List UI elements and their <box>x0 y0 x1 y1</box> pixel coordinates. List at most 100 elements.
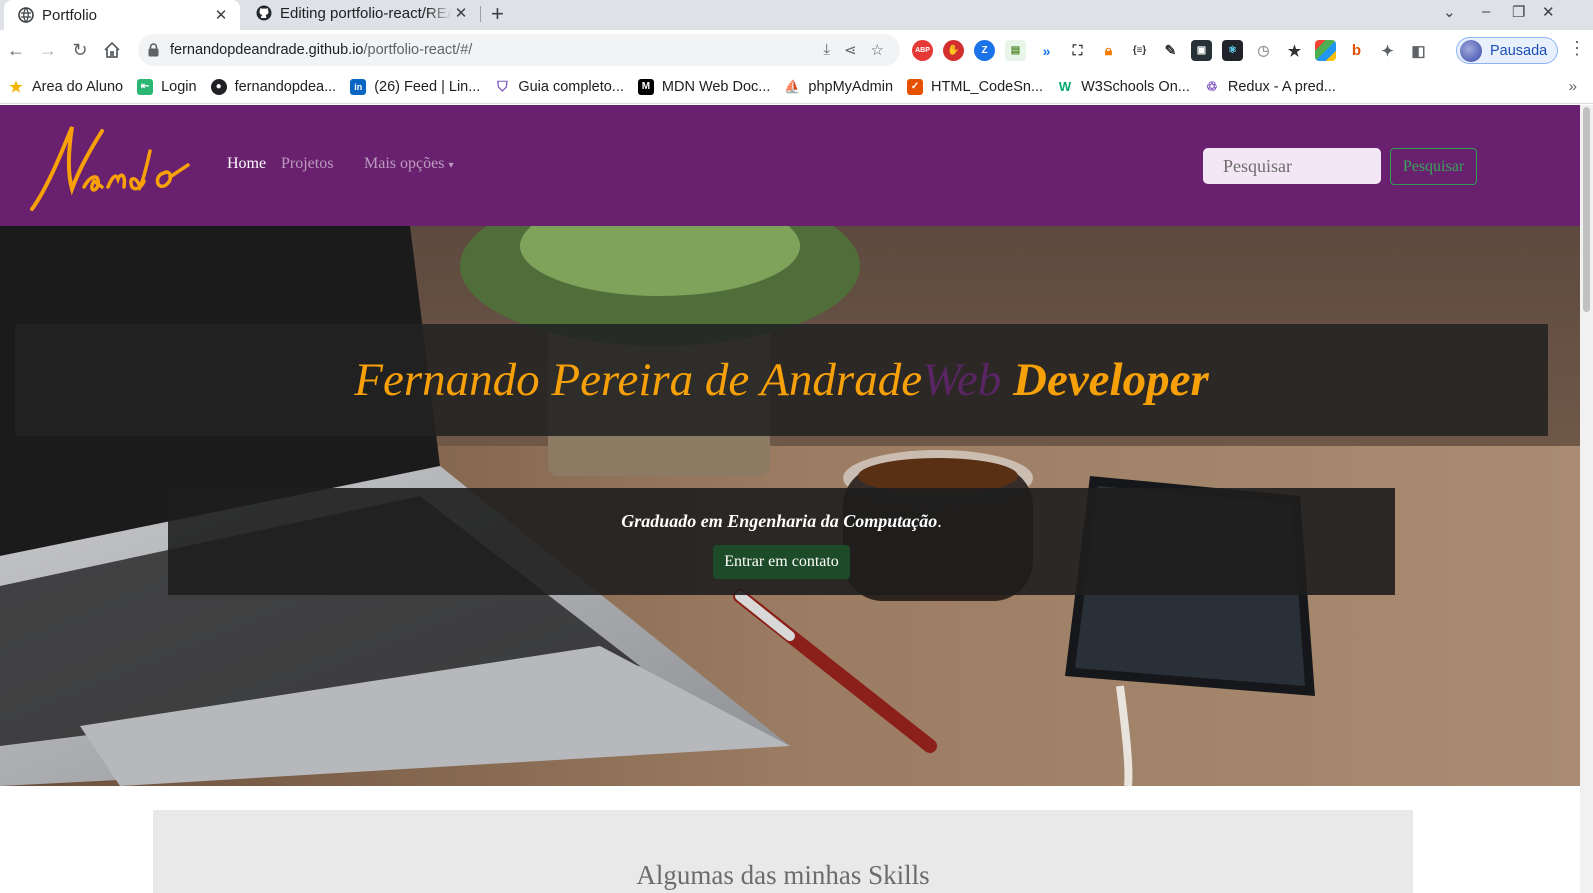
tab-search-icon[interactable]: ⌄ <box>1443 3 1456 21</box>
star-icon: ★ <box>9 78 23 96</box>
side-panel-icon[interactable]: ◧ <box>1408 40 1429 61</box>
tab-portfolio[interactable]: Portfolio ✕ <box>4 0 240 30</box>
tab-title: Portfolio <box>42 6 98 24</box>
nav-projects[interactable]: Projetos <box>281 155 333 173</box>
lock-extension-icon[interactable]: 🔒︎ <box>1098 40 1119 61</box>
adblock-icon[interactable]: ABP <box>912 40 933 61</box>
checkbox-icon: ✓ <box>907 78 924 95</box>
screenshot-icon[interactable]: ⛶ <box>1067 40 1088 61</box>
bookmark-item[interactable]: in (26) Feed | Lin... <box>350 78 481 95</box>
readaloud-icon[interactable]: » <box>1036 40 1057 61</box>
forward-icon[interactable]: → <box>36 38 60 62</box>
bookmark-item[interactable]: ⇤ Login <box>137 78 197 95</box>
contact-button[interactable]: Entrar em contato <box>713 545 850 579</box>
ublock-icon[interactable]: ✋ <box>943 40 964 61</box>
bookmark-label: Area do Aluno <box>32 78 124 95</box>
tab-strip: Portfolio ✕ Editing portfolio-react/READ… <box>0 0 1593 30</box>
bookmark-label: W3Schools On... <box>1081 78 1190 95</box>
bing-icon[interactable]: b <box>1346 40 1367 61</box>
profile-label: Pausada <box>1490 42 1548 59</box>
tab-editing-readme[interactable]: Editing portfolio-react/README ✕ <box>242 0 480 26</box>
bookmark-item[interactable]: ⛉ Guia completo... <box>494 78 624 95</box>
bookmark-label: (26) Feed | Lin... <box>374 78 481 95</box>
github-icon: ● <box>210 78 227 95</box>
bookmarks-bar: ★ Area do Aluno ⇤ Login ● fernandopdea... i… <box>0 70 1593 104</box>
color-picker-icon[interactable] <box>1315 40 1336 61</box>
bookmark-item[interactable]: ● fernandopdea... <box>210 78 337 95</box>
phpmyadmin-icon: ⛵ <box>784 78 801 95</box>
hero-section: Fernando Pereira de AndradeWeb Developer… <box>0 226 1580 786</box>
search-input[interactable] <box>1203 148 1381 184</box>
site-navbar: Home Projetos Mais opções ▾ Pesquisar <box>0 105 1580 226</box>
redux-icon: ♲ <box>1203 78 1220 95</box>
bookmark-item[interactable]: ★ Area do Aluno <box>8 78 124 96</box>
bookmark-item[interactable]: ♲ Redux - A pred... <box>1203 78 1336 95</box>
bookmark-star-icon[interactable]: ☆ <box>871 41 884 59</box>
bookmark-item[interactable]: ⛵ phpMyAdmin <box>784 78 894 95</box>
tab-divider <box>480 6 481 22</box>
scrollbar-thumb[interactable] <box>1583 107 1590 312</box>
window-close-icon[interactable]: ✕ <box>1542 3 1555 21</box>
bookmark-label: fernandopdea... <box>234 78 337 95</box>
hero-name: Fernando Pereira de Andrade <box>354 354 923 406</box>
bookmark-label: phpMyAdmin <box>808 78 894 95</box>
w3schools-icon: W <box>1057 78 1074 95</box>
back-icon[interactable]: ← <box>4 38 28 62</box>
bookmark-label: Redux - A pred... <box>1227 78 1336 95</box>
minimize-icon[interactable]: – <box>1482 3 1490 20</box>
hero-tagline-text: Graduado em Engenharia da Computação <box>621 511 938 531</box>
bookmark-label: Login <box>161 78 197 95</box>
hero-web: Web <box>922 354 1002 406</box>
bookmarks-overflow-icon[interactable]: » <box>1569 78 1577 95</box>
nav-more-options[interactable]: Mais opções ▾ <box>364 155 453 173</box>
site-logo[interactable] <box>28 117 193 218</box>
hero-title: Fernando Pereira de AndradeWeb Developer <box>354 353 1209 407</box>
kebab-menu-icon[interactable]: ⋮ <box>1568 38 1586 59</box>
reload-icon[interactable]: ↻ <box>68 38 92 62</box>
nav-home[interactable]: Home <box>227 155 266 173</box>
url-host: fernandopdeandrade.github.io <box>170 42 364 58</box>
timer-icon[interactable]: ◷ <box>1253 40 1274 61</box>
mdn-icon: M <box>637 78 654 95</box>
react-devtools-icon[interactable]: ⚛ <box>1222 40 1243 61</box>
address-bar[interactable]: fernandopdeandrade.github.io /portfolio-… <box>138 34 900 66</box>
hero-tagline-period: . <box>937 511 942 531</box>
bookmark-item[interactable]: M MDN Web Doc... <box>637 78 771 95</box>
login-icon: ⇤ <box>137 78 154 95</box>
bookmark-label: HTML_CodeSn... <box>931 78 1044 95</box>
hero-role: Developer <box>1013 354 1209 406</box>
browser-toolbar: ← → ↻ fernandopdeandrade.github.io /port… <box>0 30 1593 70</box>
extensions-row: ABP ✋ Z ▤ » ⛶ 🔒︎ {≡} ✎ ▣ ⚛ ◷ ★ b ✦ ◧ <box>912 40 1429 61</box>
page-scrollbar[interactable] <box>1580 105 1593 893</box>
eyedropper-icon[interactable]: ✎ <box>1160 40 1181 61</box>
profile-button[interactable]: Pausada <box>1456 37 1558 64</box>
bookmark-item[interactable]: W W3Schools On... <box>1057 78 1190 95</box>
bookmark-label: Guia completo... <box>518 78 624 95</box>
close-icon[interactable]: ✕ <box>452 4 470 22</box>
home-icon[interactable] <box>100 38 124 62</box>
zoom-icon[interactable]: Z <box>974 40 995 61</box>
hero-tagline: Graduado em Engenharia da Computação. <box>168 511 1395 532</box>
new-tab-icon[interactable]: + <box>491 1 504 27</box>
lock-icon <box>148 43 162 57</box>
terminal-icon[interactable]: ▣ <box>1191 40 1212 61</box>
avatar <box>1460 39 1482 62</box>
github-icon <box>256 5 272 21</box>
search-button[interactable]: Pesquisar <box>1390 148 1477 185</box>
close-icon[interactable]: ✕ <box>212 6 230 24</box>
star-extension-icon[interactable]: ★ <box>1284 40 1305 61</box>
bookmark-item[interactable]: ✓ HTML_CodeSn... <box>907 78 1044 95</box>
skills-section: Algumas das minhas Skills <box>153 810 1413 893</box>
notes-icon[interactable]: ▤ <box>1005 40 1026 61</box>
bookmark-label: MDN Web Doc... <box>661 78 771 95</box>
share-icon[interactable]: ⋖ <box>844 41 857 59</box>
restore-icon[interactable]: ❐ <box>1512 3 1525 21</box>
nav-more-label: Mais opções <box>364 155 445 172</box>
hero-title-band: Fernando Pereira de AndradeWeb Developer <box>15 324 1548 436</box>
hero-subtitle-box: Graduado em Engenharia da Computação. En… <box>168 488 1395 595</box>
linkedin-icon: in <box>350 78 367 95</box>
skills-title: Algumas das minhas Skills <box>636 860 930 890</box>
install-app-icon[interactable]: ⤓ <box>823 41 830 59</box>
json-viewer-icon[interactable]: {≡} <box>1129 40 1150 61</box>
puzzle-icon[interactable]: ✦ <box>1377 40 1398 61</box>
